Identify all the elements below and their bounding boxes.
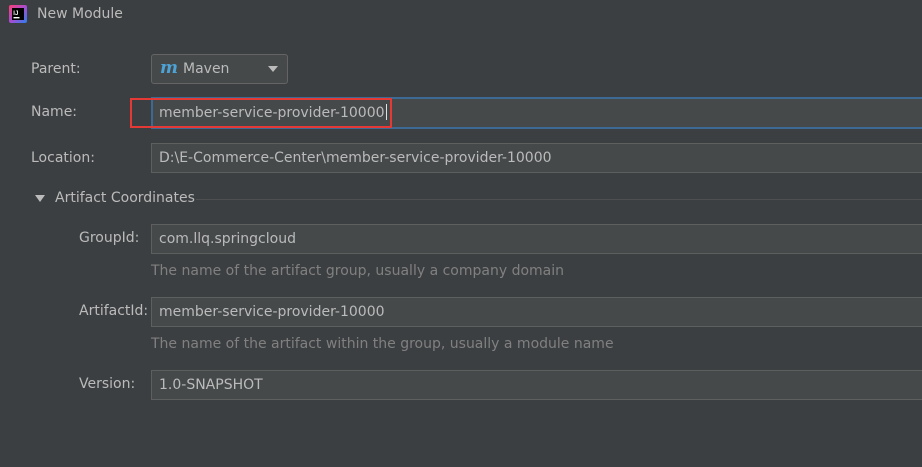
name-value: member-service-provider-10000 [159,105,385,121]
window-title: New Module [37,6,123,22]
artifact-coordinates-title[interactable]: Artifact Coordinates [55,190,195,206]
name-input[interactable]: member-service-provider-10000 [151,97,922,129]
version-value: 1.0-SNAPSHOT [159,377,263,393]
groupid-hint: The name of the artifact group, usually … [151,263,564,279]
section-divider [196,199,922,200]
parent-value: Maven [183,61,230,77]
location-input[interactable]: D:\E-Commerce-Center\member-service-prov… [151,143,922,173]
svg-text:IJ: IJ [13,11,18,17]
artifactid-input[interactable]: member-service-provider-10000 [151,297,922,327]
version-label: Version: [79,376,136,392]
parent-label: Parent: [31,61,81,77]
groupid-value: com.llq.springcloud [159,231,296,247]
location-value: D:\E-Commerce-Center\member-service-prov… [159,150,552,166]
collapse-triangle-icon[interactable] [35,195,45,202]
artifactid-value: member-service-provider-10000 [159,304,385,320]
title-bar: IJ New Module [0,0,922,32]
chevron-down-icon [268,66,278,72]
artifactid-hint: The name of the artifact within the grou… [151,336,614,352]
groupid-input[interactable]: com.llq.springcloud [151,224,922,254]
maven-icon: m [160,58,178,78]
intellij-idea-icon: IJ [9,5,27,23]
artifactid-label: ArtifactId: [79,303,149,319]
version-input[interactable]: 1.0-SNAPSHOT [151,370,922,400]
parent-dropdown[interactable]: m Maven [151,54,288,84]
groupid-label: GroupId: [79,230,140,246]
location-label: Location: [31,150,95,166]
name-label: Name: [31,104,78,120]
text-caret [385,104,387,120]
